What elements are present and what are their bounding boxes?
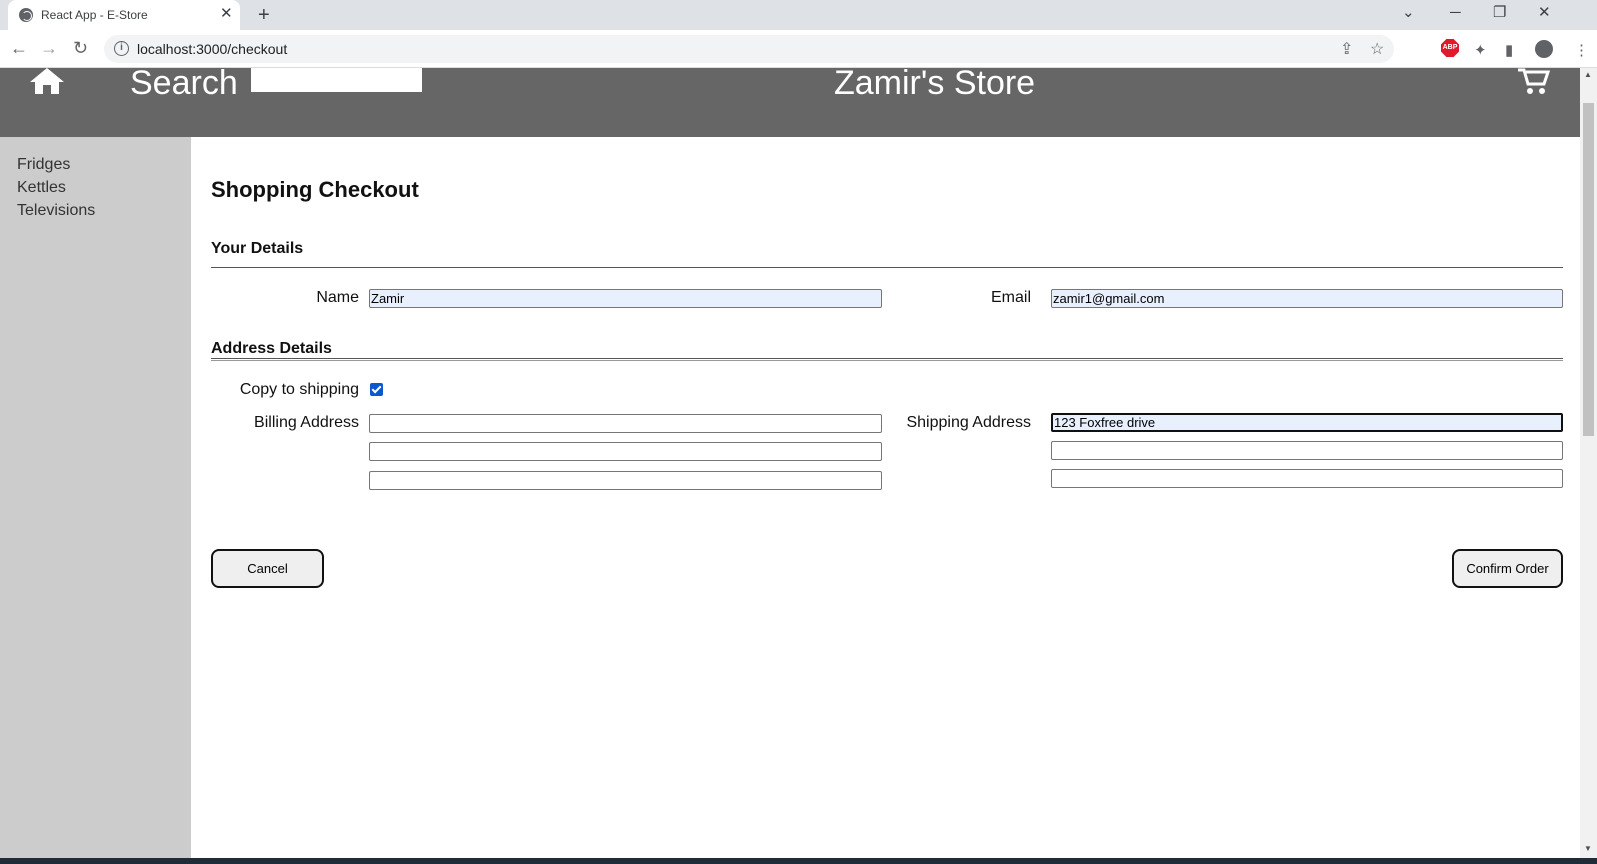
address-bar[interactable]: i localhost:3000/checkout ⇪ ☆ [104,35,1394,63]
url-text[interactable]: localhost:3000/checkout [137,41,287,57]
minimize-icon[interactable]: ─ [1450,3,1461,23]
os-taskbar [0,858,1597,864]
sidebar-item-fridges[interactable]: Fridges [17,156,70,174]
adblock-extension-icon[interactable]: ABP [1441,39,1459,57]
sidebar-item-televisions[interactable]: Televisions [17,202,95,220]
side-panel-icon[interactable]: ▮ [1505,41,1513,59]
back-icon[interactable]: ← [10,38,28,58]
tab-search-icon[interactable]: ⌄ [1402,3,1415,23]
globe-icon [19,8,33,22]
shipping-address-line-3[interactable] [1051,469,1563,488]
search-label: Search [130,68,238,102]
scroll-down-arrow-icon[interactable]: ▼ [1584,844,1592,853]
browser-tab-bar: React App - E-Store ✕ + ⌄ ─ ❐ ✕ [0,0,1597,30]
new-tab-icon[interactable]: + [258,3,270,27]
shipping-address-line-1[interactable] [1051,413,1563,432]
billing-address-line-1[interactable] [369,414,882,433]
copy-to-shipping-checkbox[interactable] [370,383,383,396]
store-header: Search Zamir's Store [0,68,1580,137]
close-tab-icon[interactable]: ✕ [220,5,233,23]
browser-tab[interactable]: React App - E-Store ✕ [8,0,240,30]
shipping-address-label: Shipping Address [906,414,1031,431]
tab-title: React App - E-Store [41,8,148,22]
bookmark-star-icon[interactable]: ☆ [1370,39,1384,59]
address-details-heading: Address Details [211,340,332,357]
window-close-icon[interactable]: ✕ [1538,3,1551,23]
search-input[interactable] [251,68,422,92]
scrollbar-thumb[interactable] [1583,103,1594,436]
scroll-up-arrow-icon[interactable]: ▲ [1584,70,1592,79]
site-info-icon[interactable]: i [114,41,129,56]
profile-avatar-icon[interactable] [1535,40,1553,58]
page-title: Shopping Checkout [211,177,419,202]
shipping-address-line-2[interactable] [1051,441,1563,460]
cart-icon[interactable] [1518,68,1550,96]
your-details-heading: Your Details [211,240,304,257]
share-icon[interactable]: ⇪ [1340,39,1353,59]
billing-address-line-2[interactable] [369,442,882,461]
billing-address-line-3[interactable] [369,471,882,490]
store-title: Zamir's Store [834,68,1036,102]
restore-icon[interactable]: ❐ [1493,3,1506,23]
name-label: Name [316,289,359,306]
section-divider [211,267,1563,269]
confirm-order-button[interactable]: Confirm Order [1452,549,1563,588]
page-scrollbar[interactable]: ▲ ▼ [1580,68,1597,858]
category-sidebar: Fridges Kettles Televisions [0,137,191,858]
sidebar-item-kettles[interactable]: Kettles [17,179,66,197]
browser-toolbar: ← → ↻ i localhost:3000/checkout ⇪ ☆ ABP … [0,30,1597,68]
extensions-puzzle-icon[interactable]: ✦ [1474,41,1487,59]
reload-icon[interactable]: ↻ [73,38,88,58]
forward-icon[interactable]: → [40,38,58,58]
copy-to-shipping-label: Copy to shipping [239,381,359,398]
email-field[interactable] [1051,289,1563,308]
page-viewport: Search Zamir's Store Fridges Kettles Tel… [0,68,1580,858]
home-icon[interactable] [30,68,64,94]
billing-address-label: Billing Address [254,414,359,431]
email-label: Email [990,289,1031,306]
menu-kebab-icon[interactable]: ⋮ [1574,41,1589,59]
section-divider [211,358,1563,361]
cancel-button[interactable]: Cancel [211,549,324,588]
name-field[interactable] [369,289,882,308]
